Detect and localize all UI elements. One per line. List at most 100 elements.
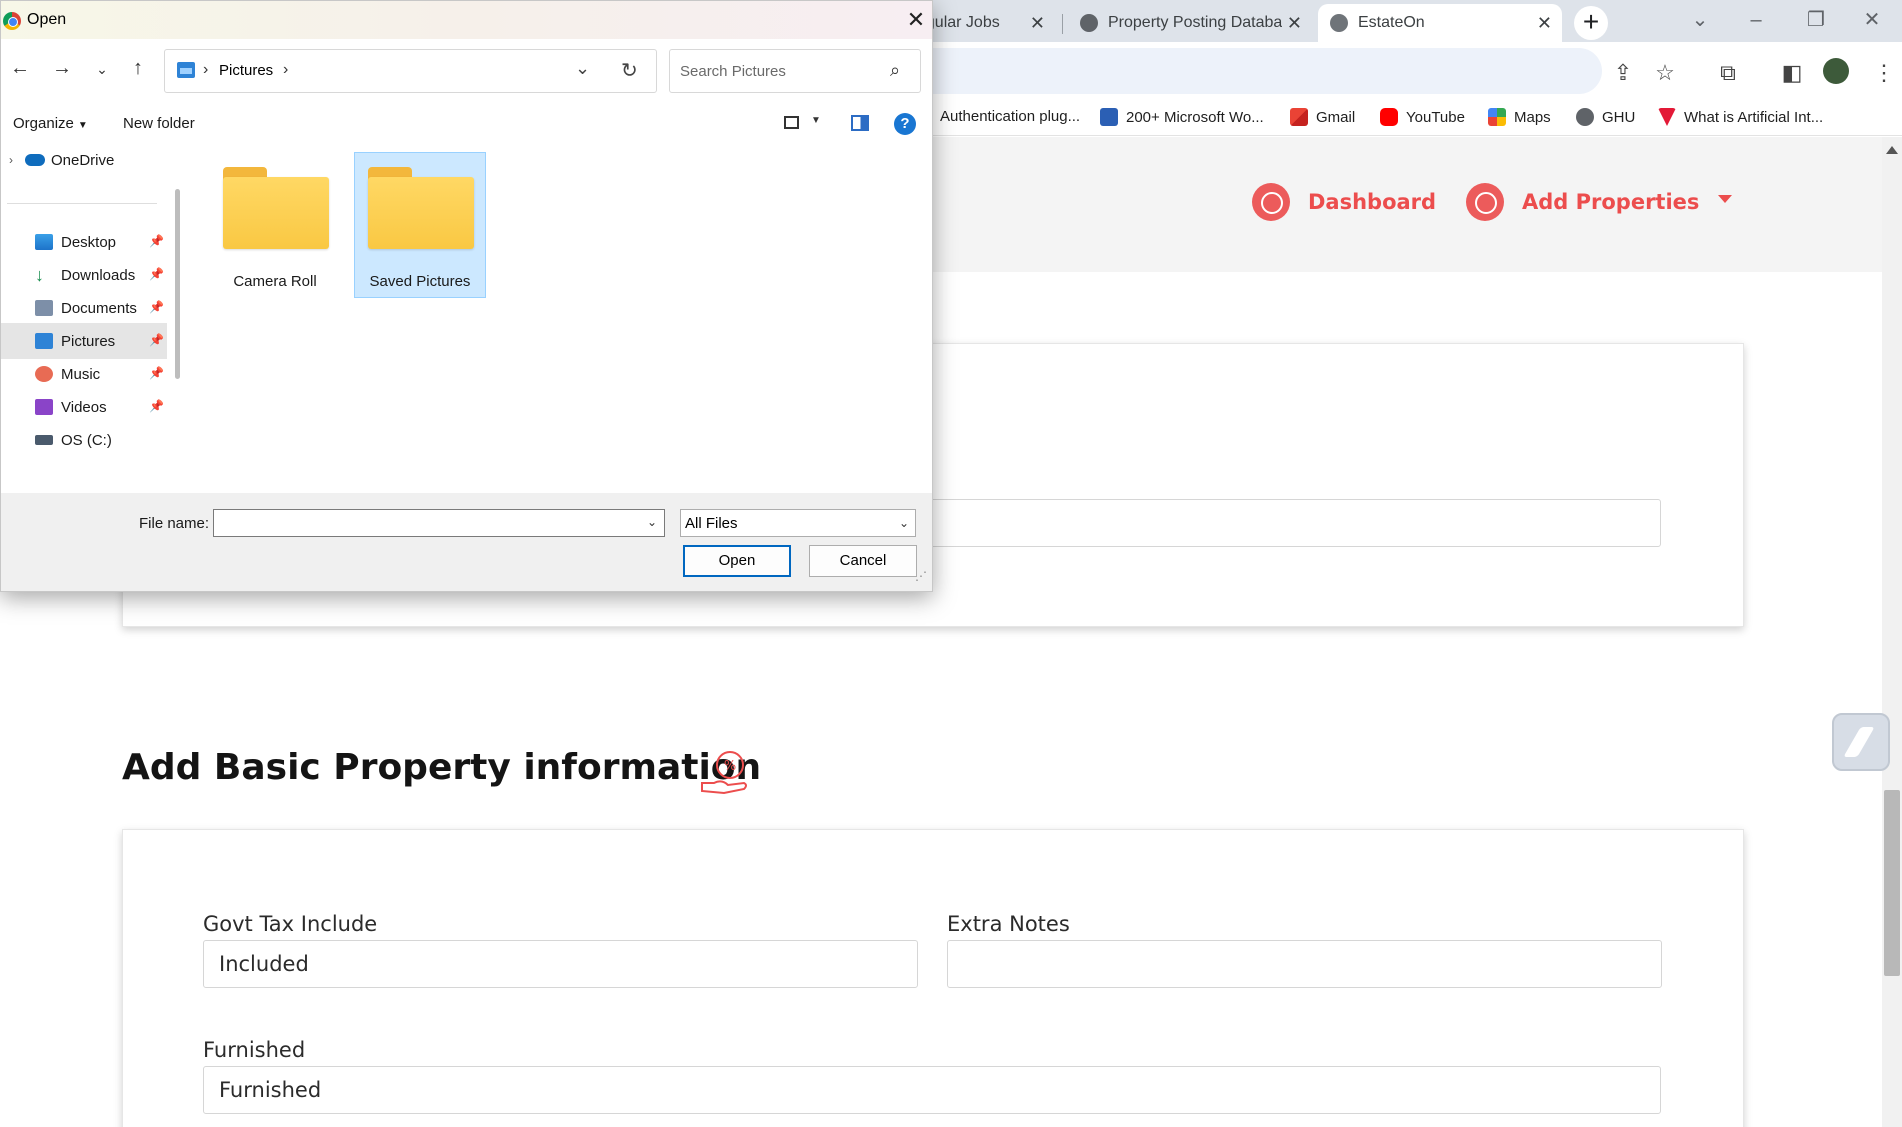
scroll-up-arrow-icon[interactable] — [1886, 146, 1898, 154]
dialog-address-bar[interactable]: › Pictures › ⌄ ↻ — [164, 49, 657, 93]
side-panel-icon[interactable]: ◧ — [1776, 60, 1808, 86]
pin-icon[interactable]: 📌 — [149, 234, 164, 248]
bookmark-microsoft-words[interactable]: 200+ Microsoft Wo... — [1100, 108, 1264, 126]
file-name-label: File name: — [139, 515, 210, 532]
nav-add-properties-link[interactable]: Add Properties — [1466, 183, 1699, 221]
nav-item-desktop[interactable]: Desktop 📌 — [1, 224, 167, 260]
govt-tax-input[interactable]: Included — [203, 940, 918, 988]
nav-pane-scrollbar[interactable] — [175, 189, 180, 379]
extensions-icon[interactable]: ⧉ — [1712, 60, 1744, 86]
address-path[interactable]: Pictures — [219, 62, 273, 79]
tab-search-chevron-icon[interactable]: ⌄ — [1680, 2, 1720, 38]
up-arrow-icon[interactable]: ↑ — [125, 57, 151, 80]
pin-icon[interactable]: 📌 — [149, 399, 164, 413]
file-name-input[interactable]: ⌄ — [213, 509, 665, 537]
pin-icon[interactable]: 📌 — [149, 333, 164, 347]
open-button[interactable]: Open — [683, 545, 791, 577]
nav-item-pictures[interactable]: Pictures 📌 — [1, 323, 167, 359]
desktop-icon — [35, 234, 53, 250]
bookmark-label: GHU — [1602, 108, 1636, 126]
share-icon[interactable]: ⇪ — [1607, 60, 1639, 86]
dialog-search-box[interactable]: ⌕ — [669, 49, 921, 93]
folder-camera-roll[interactable]: Camera Roll — [209, 152, 341, 298]
chevron-down-icon[interactable]: ⌄ — [647, 515, 657, 529]
cancel-button[interactable]: Cancel — [809, 545, 917, 577]
help-icon[interactable]: ? — [894, 113, 916, 135]
furnished-input[interactable]: Furnished — [203, 1066, 1661, 1114]
tab-estateon[interactable]: EstateOn ✕ — [1318, 4, 1562, 42]
bookmark-authentication[interactable]: Authentication plug... — [940, 108, 1080, 125]
address-bar[interactable] — [930, 48, 1602, 94]
onedrive-cloud-icon — [25, 154, 45, 166]
avatar[interactable] — [1820, 58, 1852, 90]
chevron-down-icon[interactable]: ⌄ — [899, 516, 909, 530]
caret-down-icon: ▼ — [77, 120, 88, 131]
tab-title: Property Posting Databa — [1108, 14, 1283, 31]
nav-item-music[interactable]: Music 📌 — [1, 356, 167, 392]
nav-item-os-c[interactable]: OS (C:) — [1, 422, 167, 458]
folder-saved-pictures[interactable]: Saved Pictures — [354, 152, 486, 298]
chevron-right-icon[interactable]: › — [283, 61, 288, 79]
minimize-icon[interactable]: – — [1736, 2, 1776, 38]
bookmark-label: Authentication plug... — [940, 108, 1081, 125]
chevron-down-icon[interactable] — [1718, 195, 1732, 203]
chevron-right-icon[interactable]: › — [9, 153, 13, 167]
new-folder-button[interactable]: New folder — [123, 115, 195, 132]
openai-icon — [1080, 14, 1098, 32]
extra-notes-input[interactable] — [947, 940, 1662, 988]
tab-title: EstateOn — [1358, 14, 1425, 31]
folder-icon — [223, 167, 329, 249]
hand-percent-icon: % — [701, 751, 747, 795]
scrollbar-thumb[interactable] — [1884, 790, 1900, 976]
nav-item-videos[interactable]: Videos 📌 — [1, 389, 167, 425]
nav-item-label: OS (C:) — [61, 431, 112, 449]
pin-icon[interactable]: 📌 — [149, 267, 164, 281]
pin-icon[interactable]: 📌 — [149, 366, 164, 380]
globe-icon — [1576, 108, 1594, 126]
close-icon[interactable]: ✕ — [903, 7, 929, 33]
search-icon[interactable]: ⌕ — [890, 60, 900, 81]
section-title: Add Basic Property information — [122, 747, 762, 788]
tab-close-icon[interactable]: ✕ — [1030, 13, 1045, 34]
tab-property-posting[interactable]: Property Posting Databa ✕ — [1068, 4, 1312, 42]
nav-item-downloads[interactable]: ↓ Downloads 📌 — [1, 257, 167, 293]
tab-close-icon[interactable]: ✕ — [1287, 13, 1302, 34]
bookmark-youtube[interactable]: YouTube — [1380, 108, 1465, 126]
open-file-dialog: Open ✕ ← → ⌄ ↑ › Pictures › ⌄ ↻ ⌕ Organi… — [0, 0, 933, 592]
caret-down-icon[interactable]: ▼ — [811, 115, 821, 126]
organize-menu[interactable]: Organize ▼ — [13, 115, 88, 132]
pictures-icon — [35, 333, 53, 349]
restore-icon[interactable]: ❐ — [1796, 2, 1836, 38]
file-type-select[interactable]: All Files ⌄ — [680, 509, 916, 537]
nav-item-label: Desktop — [61, 233, 117, 251]
bookmark-maps[interactable]: Maps — [1488, 108, 1551, 126]
nav-item-documents[interactable]: Documents 📌 — [1, 290, 167, 326]
page-scrollbar[interactable] — [1882, 137, 1902, 1127]
bookmark-artificial-intelligence[interactable]: What is Artificial Int... — [1658, 108, 1823, 126]
refresh-icon[interactable]: ↻ — [621, 58, 638, 83]
browser-menu-icon[interactable]: ⋮ — [1868, 60, 1900, 86]
drive-icon — [35, 435, 53, 445]
bookmark-star-icon[interactable]: ☆ — [1649, 60, 1681, 86]
dialog-navigation-pane: › OneDrive Desktop 📌 ↓ Downloads 📌 Docum… — [1, 144, 183, 493]
nav-dashboard-link[interactable]: Dashboard — [1252, 183, 1436, 221]
bookmark-ghu[interactable]: GHU — [1576, 108, 1635, 126]
forward-arrow-icon[interactable]: → — [49, 57, 75, 80]
window-close-icon[interactable]: ✕ — [1852, 2, 1892, 38]
nav-item-label: Documents — [61, 299, 137, 317]
govt-tax-label: Govt Tax Include — [203, 912, 378, 936]
nav-item-onedrive[interactable]: › OneDrive — [1, 146, 114, 174]
pin-icon[interactable]: 📌 — [149, 300, 164, 314]
new-tab-button[interactable]: + — [1574, 6, 1608, 40]
nav-link-label: Dashboard — [1308, 190, 1437, 214]
tab-close-icon[interactable]: ✕ — [1537, 13, 1552, 34]
view-options-icon[interactable] — [784, 116, 799, 129]
bookmark-gmail[interactable]: Gmail — [1290, 108, 1355, 126]
recent-locations-chevron-icon[interactable]: ⌄ — [89, 61, 115, 78]
back-arrow-icon[interactable]: ← — [7, 57, 33, 80]
resize-grip-icon[interactable]: ⋰ — [915, 569, 927, 583]
preview-pane-icon[interactable] — [851, 115, 869, 131]
search-input[interactable] — [678, 62, 878, 81]
floating-action-button[interactable] — [1832, 713, 1890, 771]
chevron-down-icon[interactable]: ⌄ — [575, 58, 590, 79]
